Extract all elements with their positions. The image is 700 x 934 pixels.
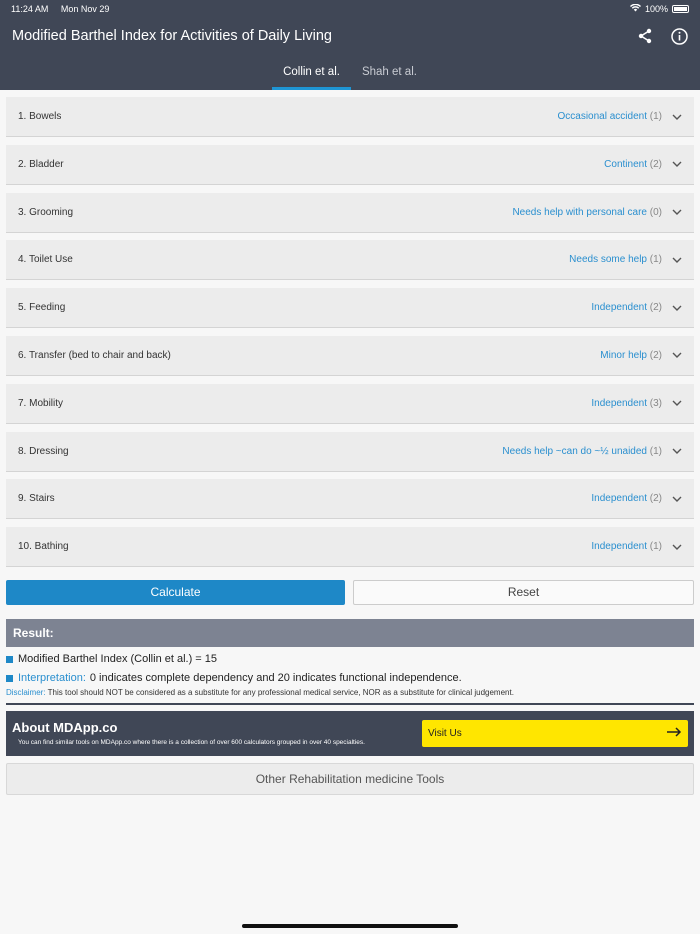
list-item-grooming[interactable]: 3. Grooming Needs help with personal car… <box>6 192 694 233</box>
item-value: Occasional accident <box>557 111 647 122</box>
app-header: 11:24 AM Mon Nov 29 100% Modified Barthe… <box>0 0 700 90</box>
result-score: Modified Barthel Index (Collin et al.) =… <box>18 653 218 666</box>
item-score: (1) <box>649 445 662 457</box>
chevron-down-icon[interactable] <box>672 255 682 265</box>
about-title: About MDApp.co <box>12 720 118 736</box>
item-value: Needs help with personal care <box>512 206 647 218</box>
items-list: 1. Bowels Occasional accident (1) 2. Bla… <box>0 90 700 568</box>
result-interpretation-line: Interpretation: 0 indicates complete dep… <box>0 669 700 688</box>
battery-percent: 100% <box>644 4 668 14</box>
item-label: 10. Bathing <box>18 541 69 553</box>
disclaimer-label: Disclaimer: <box>6 687 46 697</box>
tab-collin[interactable]: Collin et al. <box>272 54 351 90</box>
item-value: Needs some help <box>569 254 647 266</box>
item-value: Needs help ~can do ~½ unaided <box>502 445 647 457</box>
visit-us-button[interactable]: Visit Us <box>422 719 688 747</box>
disclaimer: Disclaimer: This tool should NOT be cons… <box>0 688 700 697</box>
chevron-down-icon[interactable] <box>672 494 682 504</box>
about-banner: About MDApp.co You can find similar tool… <box>6 710 694 756</box>
other-tools-button[interactable]: Other Rehabilitation medicine Tools <box>6 762 694 795</box>
item-label: 8. Dressing <box>18 445 69 457</box>
item-label: 9. Stairs <box>18 493 55 505</box>
battery-icon <box>672 5 689 13</box>
item-label: 2. Bladder <box>18 158 64 170</box>
interpretation-label: Interpretation: <box>18 672 86 685</box>
list-item-feeding[interactable]: 5. Feeding Independent (2) <box>6 288 694 329</box>
item-score: (2) <box>649 302 662 314</box>
list-item-toilet-use[interactable]: 4. Toilet Use Needs some help (1) <box>6 240 694 281</box>
item-score: (2) <box>649 349 662 361</box>
item-value: Independent <box>591 397 647 409</box>
item-score: (2) <box>649 493 662 505</box>
list-item-stairs[interactable]: 9. Stairs Independent (2) <box>6 479 694 520</box>
item-score: (2) <box>649 158 662 170</box>
about-description: You can find similar tools on MDApp.co w… <box>18 739 365 747</box>
page-title: Modified Barthel Index for Activities of… <box>12 28 332 44</box>
item-label: 7. Mobility <box>18 397 64 409</box>
item-label: 6. Transfer (bed to chair and back) <box>18 349 171 361</box>
chevron-down-icon[interactable] <box>672 159 682 169</box>
wifi-icon <box>629 3 641 14</box>
item-label: 1. Bowels <box>18 111 62 122</box>
list-item-dressing[interactable]: 8. Dressing Needs help ~can do ~½ unaide… <box>6 431 694 472</box>
item-value: Continent <box>604 158 647 170</box>
status-bar: 11:24 AM Mon Nov 29 100% <box>0 0 700 18</box>
chevron-down-icon[interactable] <box>672 112 682 122</box>
list-item-bladder[interactable]: 2. Bladder Continent (2) <box>6 144 694 185</box>
item-score: (1) <box>649 111 662 122</box>
item-value: Independent <box>591 493 647 505</box>
chevron-down-icon[interactable] <box>672 446 682 456</box>
list-item-transfer[interactable]: 6. Transfer (bed to chair and back) Mino… <box>6 335 694 376</box>
chevron-down-icon[interactable] <box>672 350 682 360</box>
chevron-down-icon[interactable] <box>672 398 682 408</box>
status-date: Mon Nov 29 <box>60 4 110 14</box>
bullet-square-icon <box>6 674 13 682</box>
list-item-mobility[interactable]: 7. Mobility Independent (3) <box>6 383 694 424</box>
item-label: 4. Toilet Use <box>18 254 73 266</box>
status-time: 11:24 AM <box>11 4 49 14</box>
visit-us-label: Visit Us <box>428 727 462 739</box>
item-score: (0) <box>649 206 662 218</box>
item-score: (1) <box>649 254 662 266</box>
arrow-right-icon <box>666 727 682 740</box>
result-heading: Result: <box>6 618 694 647</box>
chevron-down-icon[interactable] <box>672 542 682 552</box>
info-icon[interactable] <box>670 27 688 45</box>
tab-bar: Collin et al. Shah et al. <box>0 54 700 90</box>
list-item-bathing[interactable]: 10. Bathing Independent (1) <box>6 527 694 568</box>
item-score: (1) <box>649 541 662 553</box>
home-indicator[interactable] <box>242 924 458 928</box>
list-item-bowels[interactable]: 1. Bowels Occasional accident (1) <box>6 97 694 137</box>
reset-button[interactable]: Reset <box>353 579 694 605</box>
tab-shah[interactable]: Shah et al. <box>351 54 428 90</box>
bullet-square-icon <box>6 655 13 663</box>
result-score-line: Modified Barthel Index (Collin et al.) =… <box>0 650 700 669</box>
chevron-down-icon[interactable] <box>672 207 682 217</box>
item-value: Independent <box>591 541 647 553</box>
interpretation-text: 0 indicates complete dependency and 20 i… <box>89 672 462 685</box>
calculate-button[interactable]: Calculate <box>6 579 345 605</box>
item-value: Minor help <box>600 349 647 361</box>
chevron-down-icon[interactable] <box>672 303 682 313</box>
share-icon[interactable] <box>636 27 654 45</box>
item-score: (3) <box>649 397 662 409</box>
divider <box>6 702 694 705</box>
item-value: Independent <box>591 302 647 314</box>
item-label: 3. Grooming <box>18 206 74 218</box>
disclaimer-text: This tool should NOT be considered as a … <box>47 687 514 697</box>
item-label: 5. Feeding <box>18 302 66 314</box>
